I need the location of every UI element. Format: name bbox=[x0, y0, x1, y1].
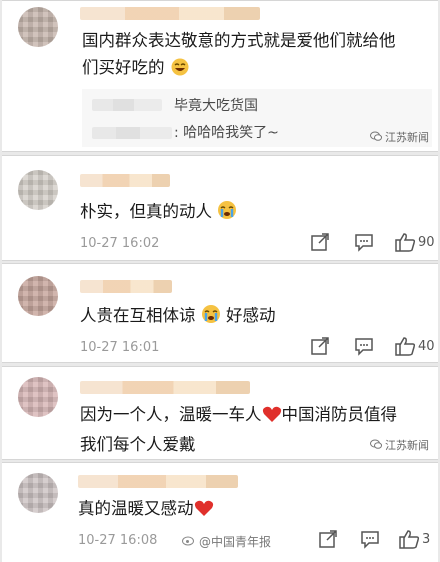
action-bar: 3 bbox=[318, 529, 430, 549]
bottom-watermark: @中国青年报 bbox=[182, 533, 271, 550]
comment-text: 朴实，但真的动人 bbox=[80, 198, 237, 228]
timestamp: 10-27 16:08 bbox=[78, 533, 158, 548]
laughing-emoji-icon bbox=[170, 57, 190, 84]
action-bar: 40 bbox=[310, 336, 435, 356]
comment-card-4: 因为一个人，温暖一车人 中国消防员值得 我们每个人爱戴 江苏新闻 bbox=[2, 366, 438, 460]
username-blurred[interactable] bbox=[80, 174, 170, 187]
heart-icon bbox=[262, 404, 282, 431]
avatar[interactable] bbox=[18, 276, 58, 316]
reply-text-2: : 哈哈哈我笑了~ bbox=[174, 125, 279, 141]
comment-card-2: 朴实，但真的动人 10-27 16:02 90 bbox=[2, 155, 438, 261]
avatar[interactable] bbox=[18, 473, 58, 513]
username-blurred[interactable] bbox=[80, 381, 250, 394]
reply-username-blurred bbox=[92, 99, 162, 111]
share-button[interactable] bbox=[310, 232, 330, 252]
reply-button[interactable] bbox=[354, 232, 374, 252]
comment-text: 真的温暖又感动 bbox=[78, 495, 214, 525]
like-count: 3 bbox=[422, 531, 431, 547]
thumbs-up-icon bbox=[399, 530, 420, 549]
reply-username-blurred bbox=[92, 127, 172, 139]
share-button[interactable] bbox=[318, 529, 338, 549]
timestamp: 10-27 16:01 bbox=[80, 340, 160, 355]
share-button[interactable] bbox=[310, 336, 330, 356]
avatar[interactable] bbox=[18, 170, 58, 210]
avatar[interactable] bbox=[18, 7, 58, 47]
like-count: 40 bbox=[418, 338, 435, 354]
heart-icon bbox=[194, 498, 214, 525]
reply-text-1: 毕竟大吃货国 bbox=[174, 98, 258, 114]
reply-button[interactable] bbox=[354, 336, 374, 356]
share-icon bbox=[311, 233, 329, 251]
watermark: 江苏新闻 bbox=[370, 437, 429, 453]
like-button[interactable]: 40 bbox=[394, 336, 435, 356]
crying-emoji-icon bbox=[217, 200, 237, 228]
username-blurred[interactable] bbox=[80, 280, 172, 293]
comment-icon bbox=[361, 531, 379, 549]
watermark: 江苏新闻 bbox=[370, 129, 429, 145]
action-bar: 90 bbox=[310, 232, 435, 252]
comment-icon bbox=[355, 338, 373, 356]
share-icon bbox=[311, 337, 329, 355]
thumbs-up-icon bbox=[395, 233, 416, 252]
comment-card-3: 人贵在互相体谅 好感动 10-27 16:01 40 bbox=[2, 263, 438, 363]
like-count: 90 bbox=[418, 234, 435, 250]
username-blurred[interactable] bbox=[80, 7, 260, 20]
comment-text: 国内群众表达敬意的方式就是爱他们就给他 们买好吃的 bbox=[82, 27, 432, 84]
wechat-icon bbox=[370, 439, 382, 452]
crying-emoji-icon bbox=[201, 304, 221, 332]
comment-card-1: 国内群众表达敬意的方式就是爱他们就给他 们买好吃的 毕竟大吃货国 : 哈哈哈我笑… bbox=[2, 0, 438, 152]
reply-button[interactable] bbox=[360, 529, 380, 549]
weibo-icon bbox=[182, 534, 196, 549]
wechat-icon bbox=[370, 131, 382, 144]
timestamp: 10-27 16:02 bbox=[80, 236, 160, 251]
comment-text: 人贵在互相体谅 好感动 bbox=[80, 302, 276, 332]
comment-icon bbox=[355, 234, 373, 252]
like-button[interactable]: 3 bbox=[398, 529, 430, 549]
username-blurred[interactable] bbox=[78, 475, 238, 488]
thumbs-up-icon bbox=[395, 337, 416, 356]
comment-card-5: 真的温暖又感动 10-27 16:08 @中国青年报 3 bbox=[2, 462, 438, 562]
avatar[interactable] bbox=[18, 377, 58, 417]
like-button[interactable]: 90 bbox=[394, 232, 435, 252]
share-icon bbox=[319, 530, 337, 548]
